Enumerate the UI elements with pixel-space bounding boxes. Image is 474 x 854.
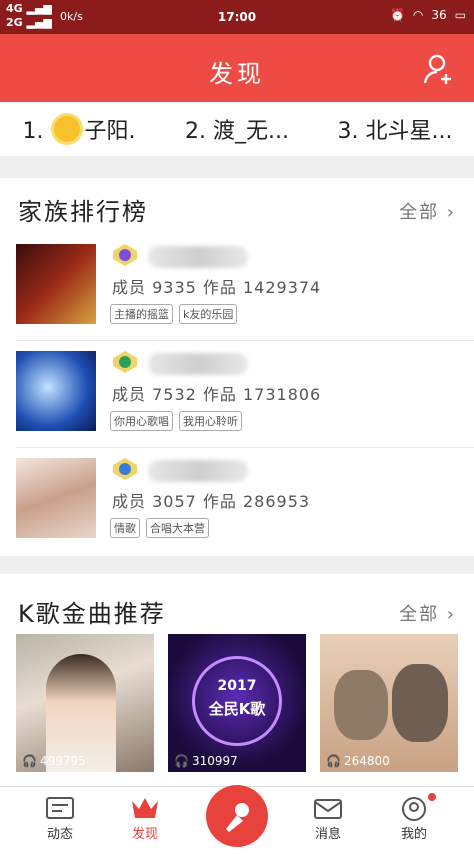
family-all-link[interactable]: 全部 › bbox=[399, 198, 456, 224]
family-tag: 情歌 bbox=[110, 518, 140, 538]
app-header: 发现 bbox=[0, 34, 474, 102]
family-tag: 主播的摇篮 bbox=[110, 304, 173, 324]
tab-discover[interactable]: 发现 bbox=[115, 793, 175, 842]
family-name-blurred bbox=[148, 246, 248, 268]
family-level-badge-icon bbox=[113, 458, 137, 480]
family-ranking-section: 家族排行榜 全部 › 成员 9335 作品 1429374 主播的摇篮 k友的乐园成… bbox=[0, 178, 474, 556]
song-card[interactable]: 🎧 499795 bbox=[16, 634, 154, 772]
headphones-icon: 🎧 bbox=[174, 754, 189, 768]
profile-icon bbox=[402, 797, 426, 821]
family-avatar bbox=[16, 458, 96, 538]
family-tags: 主播的摇篮 k友的乐园 bbox=[110, 304, 238, 324]
section-title: 家族排行榜 bbox=[18, 198, 148, 226]
bottom-tab-bar: 动态 发现 消息 我的 bbox=[0, 785, 474, 854]
family-name-blurred bbox=[148, 460, 248, 482]
rank-item-1[interactable]: 1. 子阳. bbox=[0, 113, 158, 145]
play-count: 🎧 499795 bbox=[22, 754, 86, 768]
rank-item-2[interactable]: 2. 渡_无... bbox=[158, 113, 316, 145]
headphones-icon: 🎧 bbox=[326, 754, 341, 768]
sun-emoji-icon bbox=[54, 116, 81, 142]
crown-icon bbox=[132, 798, 158, 818]
microphone-icon bbox=[226, 803, 249, 832]
family-level-badge-icon bbox=[113, 244, 137, 266]
family-level-badge-icon bbox=[113, 351, 137, 373]
family-tag: k友的乐园 bbox=[179, 304, 238, 324]
family-row[interactable]: 成员 9335 作品 1429374 主播的摇篮 k友的乐园 bbox=[16, 234, 474, 341]
family-avatar bbox=[16, 351, 96, 431]
section-title: K歌金曲推荐 bbox=[18, 600, 166, 628]
headphones-icon: 🎧 bbox=[22, 754, 37, 768]
mail-icon bbox=[314, 799, 342, 819]
songs-all-link[interactable]: 全部 › bbox=[399, 600, 456, 626]
family-tags: 你用心歌唱 我用心聆听 bbox=[110, 411, 242, 431]
page-title: 发现 bbox=[209, 60, 265, 88]
tab-feed[interactable]: 动态 bbox=[30, 793, 90, 842]
feed-icon bbox=[46, 797, 74, 819]
tab-messages[interactable]: 消息 bbox=[298, 793, 358, 842]
family-tag: 我用心聆听 bbox=[179, 411, 242, 431]
family-stats: 成员 7532 作品 1731806 bbox=[112, 385, 322, 404]
cover-title: 全民K歌 bbox=[208, 700, 266, 718]
family-name-blurred bbox=[148, 353, 248, 375]
family-tags: 情歌 合唱大本营 bbox=[110, 518, 209, 538]
notification-dot bbox=[428, 793, 436, 801]
battery-icon: ▭ bbox=[454, 8, 466, 22]
status-icons: ⏰ ◠ 36 ▭ bbox=[390, 8, 466, 22]
song-card[interactable]: 2017 全民K歌 🎧 310997 bbox=[168, 634, 306, 772]
family-tag: 合唱大本营 bbox=[146, 518, 209, 538]
tab-me[interactable]: 我的 bbox=[384, 793, 444, 842]
song-recommend-section: K歌金曲推荐 全部 › 🎧 499795 2017 全民K歌 🎧 310997 🎧 2… bbox=[0, 574, 474, 786]
top-ranking-strip: 1. 子阳. 2. 渡_无... 3. 北斗星... bbox=[0, 102, 474, 156]
family-avatar bbox=[16, 244, 96, 324]
family-row[interactable]: 成员 7532 作品 1731806 你用心歌唱 我用心聆听 bbox=[16, 341, 474, 448]
cat-photo bbox=[334, 670, 388, 740]
cover-year: 2017 bbox=[217, 678, 257, 694]
add-friend-icon[interactable] bbox=[422, 52, 456, 86]
play-count: 🎧 264800 bbox=[326, 754, 390, 768]
battery-level: 36 bbox=[431, 8, 447, 22]
family-stats: 成员 9335 作品 1429374 bbox=[112, 278, 322, 297]
family-stats: 成员 3057 作品 286953 bbox=[112, 492, 311, 511]
rank-item-3[interactable]: 3. 北斗星... bbox=[316, 113, 474, 145]
alarm-icon: ⏰ bbox=[389, 8, 405, 22]
play-count: 🎧 310997 bbox=[174, 754, 238, 768]
cat-photo bbox=[392, 664, 448, 742]
family-row[interactable]: 成员 3057 作品 286953 情歌 合唱大本营 bbox=[16, 448, 474, 555]
family-tag: 你用心歌唱 bbox=[110, 411, 173, 431]
song-card[interactable]: 🎧 264800 bbox=[320, 634, 458, 772]
sing-button[interactable] bbox=[206, 785, 268, 847]
wifi-icon: ◠ bbox=[412, 8, 424, 22]
status-bar: 4G ▂▄▆ 2G ▂▄▆ 0k/s 17:00 ⏰ ◠ 36 ▭ bbox=[0, 0, 474, 34]
